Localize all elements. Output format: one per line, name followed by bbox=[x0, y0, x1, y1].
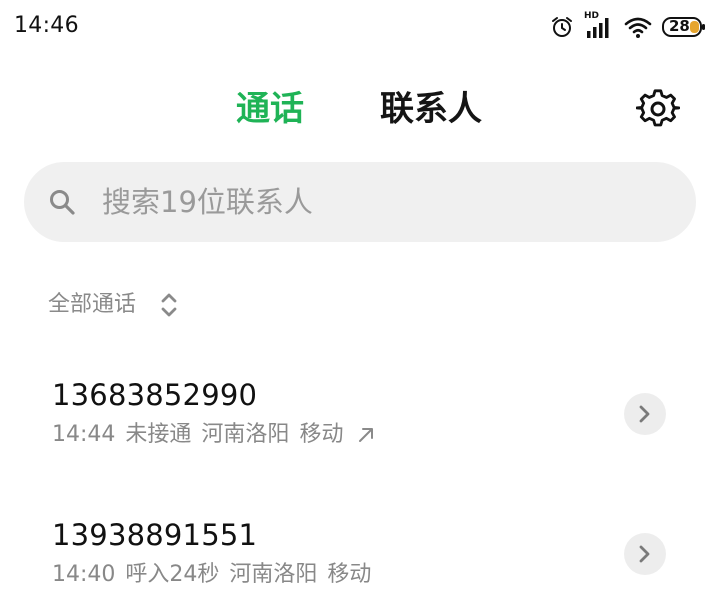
call-location: 河南洛阳 bbox=[229, 562, 318, 587]
call-detail-button[interactable] bbox=[624, 393, 666, 435]
call-status: 未接通 bbox=[125, 422, 192, 447]
call-detail-button[interactable] bbox=[624, 533, 666, 575]
search-placeholder: 搜索19位联系人 bbox=[102, 185, 313, 219]
tab-contacts[interactable]: 联系人 bbox=[380, 88, 482, 130]
call-filter-dropdown[interactable]: 全部通话 bbox=[48, 290, 180, 320]
status-time: 14:46 bbox=[14, 13, 79, 38]
filter-label: 全部通话 bbox=[48, 292, 137, 317]
call-location: 河南洛阳 bbox=[201, 422, 290, 447]
gear-icon bbox=[635, 89, 681, 127]
battery-icon: 28 bbox=[662, 16, 706, 38]
signal-icon: HD bbox=[584, 11, 614, 40]
call-log-item[interactable]: 13938891551 14:40 呼入24秒 河南洛阳 移动 bbox=[0, 512, 720, 594]
call-time: 14:40 bbox=[52, 562, 116, 587]
outgoing-call-icon bbox=[359, 428, 374, 442]
call-carrier: 移动 bbox=[299, 422, 344, 447]
wifi-icon bbox=[624, 15, 652, 39]
chevron-up-down-icon bbox=[161, 293, 177, 317]
status-bar: 14:46 HD 28 bbox=[0, 0, 720, 56]
settings-button[interactable] bbox=[635, 87, 681, 131]
call-log-item[interactable]: 13683852990 14:44 未接通 河南洛阳 移动 bbox=[0, 372, 720, 472]
call-time: 14:44 bbox=[52, 422, 116, 447]
call-number: 13683852990 bbox=[52, 378, 258, 412]
search-input[interactable]: 搜索19位联系人 bbox=[24, 162, 696, 242]
call-carrier: 移动 bbox=[327, 562, 372, 587]
alarm-icon bbox=[550, 15, 574, 39]
call-meta: 14:44 未接通 河南洛阳 移动 bbox=[52, 420, 377, 450]
tab-calls[interactable]: 通话 bbox=[236, 88, 304, 130]
chevron-right-icon bbox=[639, 405, 650, 423]
phone-app-screen: 14:46 HD 28 通话 联系人 搜索19位联系人 全部通话 1368385… bbox=[0, 0, 720, 594]
call-meta: 14:40 呼入24秒 河南洛阳 移动 bbox=[52, 560, 381, 590]
search-icon bbox=[50, 190, 75, 215]
call-number: 13938891551 bbox=[52, 518, 258, 552]
battery-level: 28 bbox=[669, 17, 690, 35]
call-status: 呼入24秒 bbox=[125, 562, 220, 587]
chevron-right-icon bbox=[639, 545, 650, 563]
status-icons: HD 28 bbox=[550, 11, 706, 42]
